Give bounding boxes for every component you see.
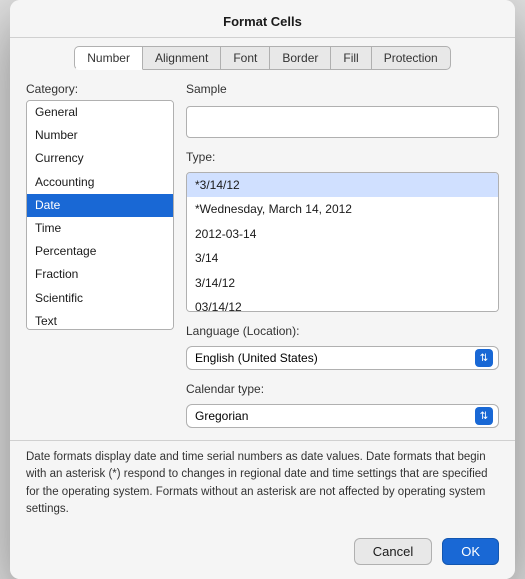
sample-box — [186, 106, 499, 138]
tab-alignment[interactable]: Alignment — [142, 46, 221, 70]
tab-bar: Number Alignment Font Border Fill Protec… — [10, 38, 515, 70]
category-currency[interactable]: Currency — [27, 147, 173, 170]
category-accounting[interactable]: Accounting — [27, 171, 173, 194]
type-item-5[interactable]: 03/14/12 — [187, 295, 498, 312]
calendar-label: Calendar type: — [186, 382, 499, 396]
type-item-2[interactable]: 2012-03-14 — [187, 222, 498, 246]
category-scientific[interactable]: Scientific — [27, 287, 173, 310]
category-number[interactable]: Number — [27, 124, 173, 147]
language-dropdown-wrapper: English (United States) — [186, 346, 499, 370]
calendar-dropdown-wrapper: Gregorian — [186, 404, 499, 428]
tab-font[interactable]: Font — [220, 46, 270, 70]
category-general[interactable]: General — [27, 101, 173, 124]
type-item-0[interactable]: *3/14/12 — [187, 173, 498, 197]
calendar-dropdown[interactable]: Gregorian — [186, 404, 499, 428]
language-dropdown[interactable]: English (United States) — [186, 346, 499, 370]
footer: Cancel OK — [10, 530, 515, 579]
type-list[interactable]: *3/14/12 *Wednesday, March 14, 2012 2012… — [186, 172, 499, 312]
tab-number[interactable]: Number — [74, 46, 143, 70]
category-label: Category: — [26, 82, 174, 96]
description-text: Date formats display date and time seria… — [10, 440, 515, 530]
main-content: Category: General Number Currency Accoun… — [10, 70, 515, 440]
sample-label: Sample — [186, 82, 499, 96]
category-fraction[interactable]: Fraction — [27, 263, 173, 286]
type-item-4[interactable]: 3/14/12 — [187, 271, 498, 295]
type-label: Type: — [186, 150, 499, 164]
right-panel: Sample Type: *3/14/12 *Wednesday, March … — [186, 82, 499, 428]
tab-fill[interactable]: Fill — [330, 46, 371, 70]
category-date[interactable]: Date — [27, 194, 173, 217]
cancel-button[interactable]: Cancel — [354, 538, 432, 565]
category-text[interactable]: Text — [27, 310, 173, 330]
type-item-1[interactable]: *Wednesday, March 14, 2012 — [187, 197, 498, 221]
tab-border[interactable]: Border — [269, 46, 331, 70]
type-item-3[interactable]: 3/14 — [187, 246, 498, 270]
category-percentage[interactable]: Percentage — [27, 240, 173, 263]
tab-protection[interactable]: Protection — [371, 46, 451, 70]
ok-button[interactable]: OK — [442, 538, 499, 565]
category-time[interactable]: Time — [27, 217, 173, 240]
left-panel: Category: General Number Currency Accoun… — [26, 82, 174, 428]
format-cells-dialog: Format Cells Number Alignment Font Borde… — [10, 0, 515, 579]
category-list[interactable]: General Number Currency Accounting Date … — [26, 100, 174, 330]
dialog-title: Format Cells — [10, 0, 515, 38]
language-label: Language (Location): — [186, 324, 499, 338]
